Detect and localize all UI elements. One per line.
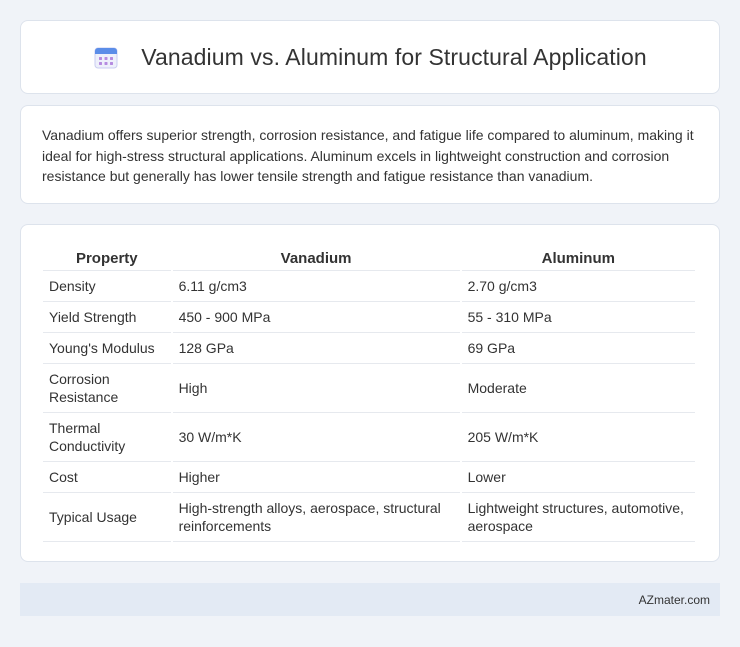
table-row: Typical Usage High-strength alloys, aero… (43, 493, 695, 542)
aluminum-cell: Lower (461, 462, 695, 493)
aluminum-cell: 205 W/m*K (461, 413, 695, 462)
property-cell: Yield Strength (43, 302, 171, 333)
table-row: Cost Higher Lower (43, 462, 695, 493)
table-row: Young's Modulus 128 GPa 69 GPa (43, 333, 695, 364)
vanadium-cell: 450 - 900 MPa (172, 302, 460, 333)
vanadium-cell: High (172, 364, 460, 413)
table-row: Yield Strength 450 - 900 MPa 55 - 310 MP… (43, 302, 695, 333)
calendar-icon (93, 44, 119, 70)
property-cell: Cost (43, 462, 171, 493)
vanadium-cell: High-strength alloys, aerospace, structu… (172, 493, 460, 542)
summary-card: Vanadium offers superior strength, corro… (20, 105, 720, 204)
vanadium-cell: Higher (172, 462, 460, 493)
footer-source[interactable]: AZmater.com (639, 593, 710, 607)
table-header-row: Property Vanadium Aluminum (43, 248, 695, 271)
aluminum-cell: Moderate (461, 364, 695, 413)
table-row: Thermal Conductivity 30 W/m*K 205 W/m*K (43, 413, 695, 462)
comparison-table: Property Vanadium Aluminum Density 6.11 … (41, 248, 697, 542)
page-title: Vanadium vs. Aluminum for Structural App… (141, 43, 647, 70)
title-card: Vanadium vs. Aluminum for Structural App… (20, 20, 720, 94)
aluminum-cell: 55 - 310 MPa (461, 302, 695, 333)
header-vanadium: Vanadium (172, 248, 460, 271)
aluminum-cell: 2.70 g/cm3 (461, 271, 695, 302)
aluminum-cell: 69 GPa (461, 333, 695, 364)
header-aluminum: Aluminum (461, 248, 695, 271)
table-row: Corrosion Resistance High Moderate (43, 364, 695, 413)
property-cell: Density (43, 271, 171, 302)
vanadium-cell: 128 GPa (172, 333, 460, 364)
property-cell: Thermal Conductivity (43, 413, 171, 462)
aluminum-cell: Lightweight structures, automotive, aero… (461, 493, 695, 542)
vanadium-cell: 30 W/m*K (172, 413, 460, 462)
property-cell: Young's Modulus (43, 333, 171, 364)
comparison-table-card: Property Vanadium Aluminum Density 6.11 … (20, 224, 720, 562)
table-row: Density 6.11 g/cm3 2.70 g/cm3 (43, 271, 695, 302)
footer: AZmater.com (20, 583, 720, 616)
property-cell: Typical Usage (43, 493, 171, 542)
header-property: Property (43, 248, 171, 271)
summary-text: Vanadium offers superior strength, corro… (42, 127, 694, 184)
property-cell: Corrosion Resistance (43, 364, 171, 413)
vanadium-cell: 6.11 g/cm3 (172, 271, 460, 302)
